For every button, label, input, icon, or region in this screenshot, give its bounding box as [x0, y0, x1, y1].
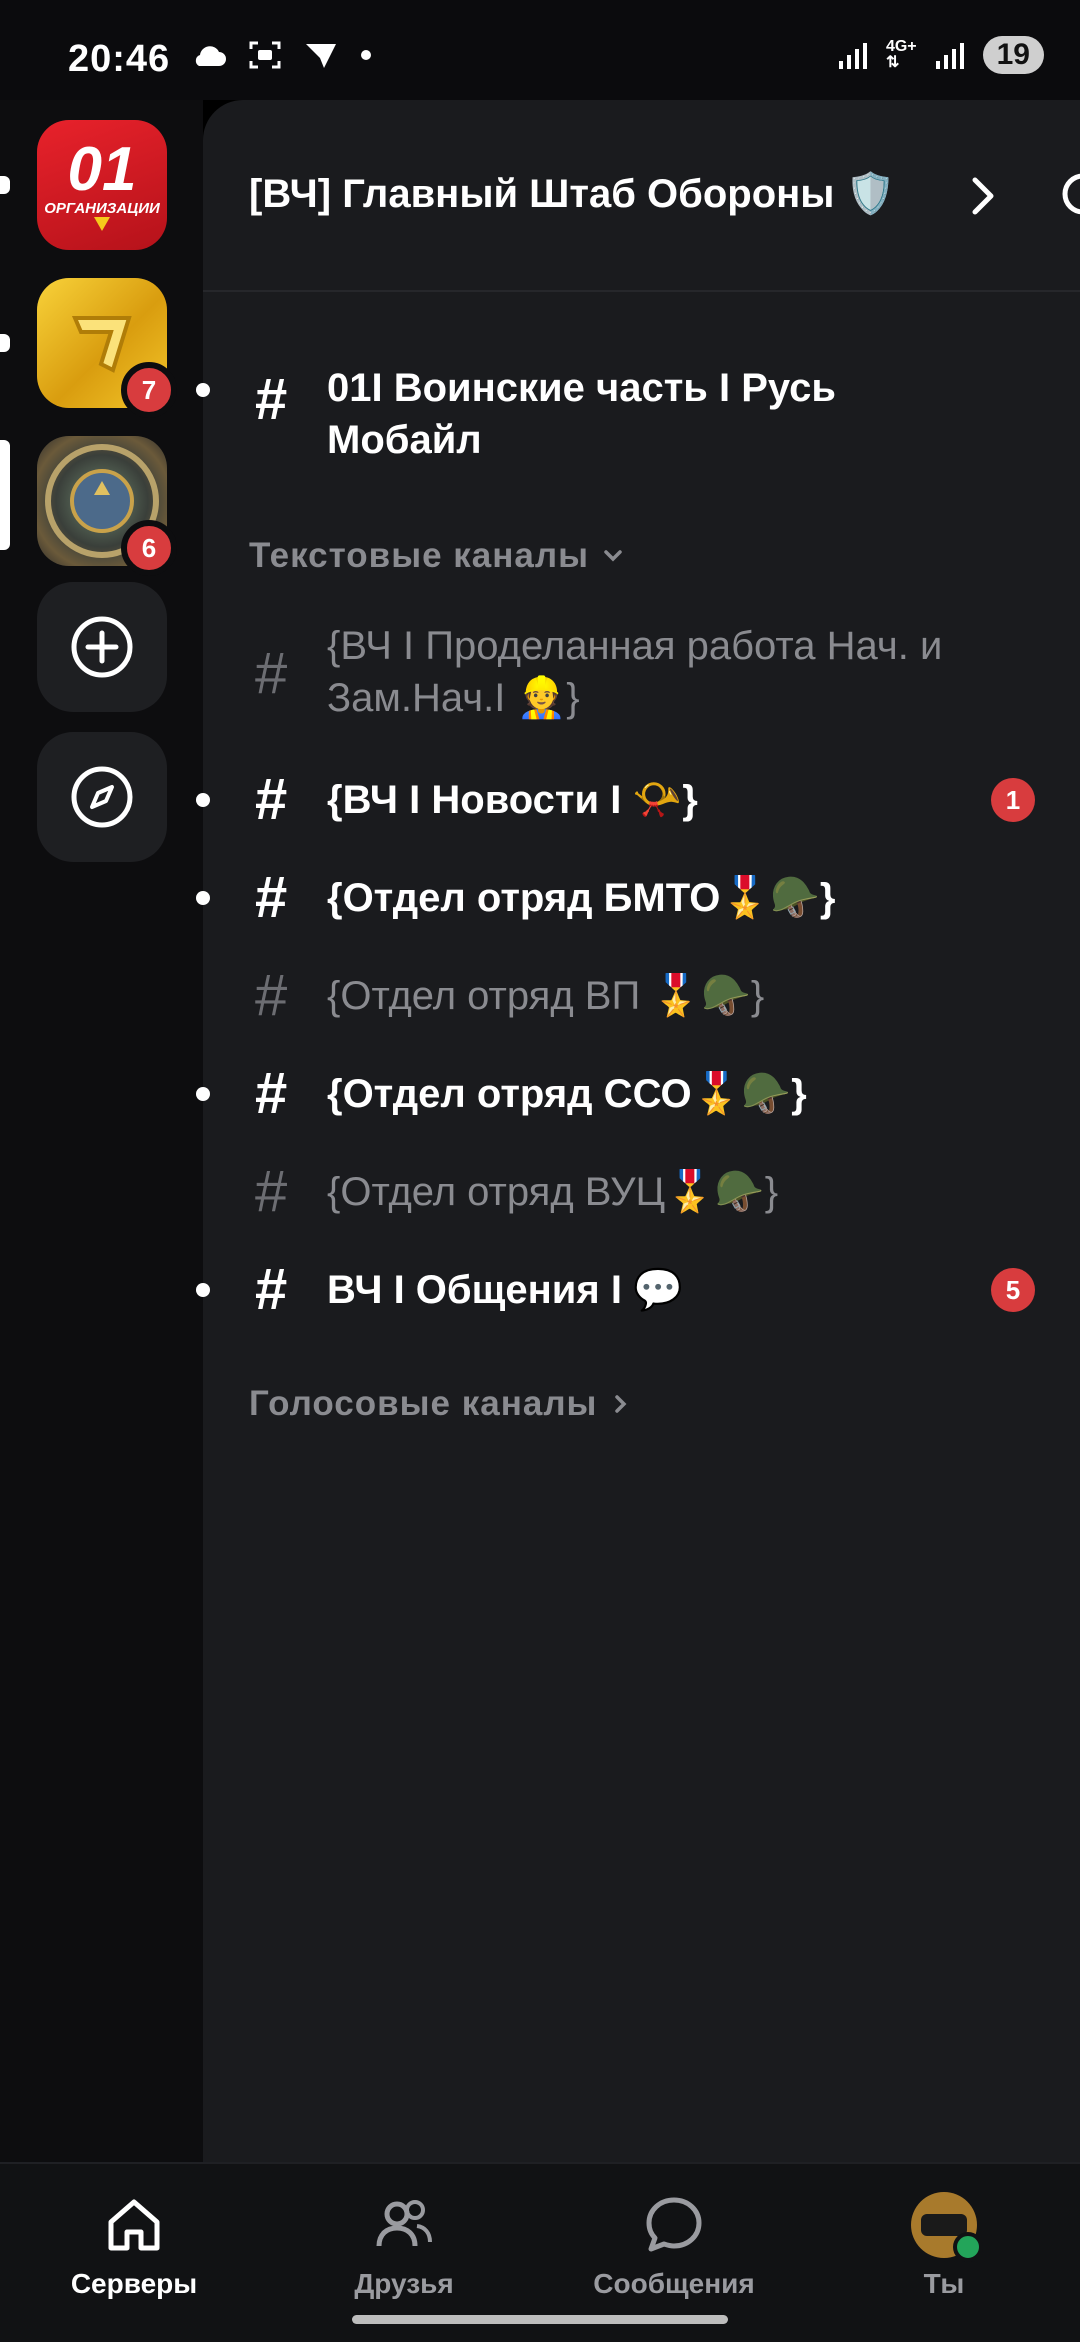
tab-label: Сообщения — [593, 2268, 755, 2299]
channel-panel: [ВЧ] Главный Штаб Обороны 🛡️ # 01I Воинс… — [196, 100, 1080, 2162]
server-title[interactable]: [ВЧ] Главный Штаб Обороны 🛡️ — [249, 170, 895, 217]
server-badge: 7 — [121, 362, 177, 418]
status-icons-left — [190, 40, 372, 70]
home-icon — [108, 2199, 160, 2251]
dot-icon — [361, 50, 371, 60]
channel-name: {Отдел отряд БМТО🎖️🪖} — [327, 876, 836, 920]
compass-icon — [71, 766, 133, 828]
server-art-subtext: ОРГАНИЗАЦИИ — [44, 199, 160, 217]
home-indicator — [352, 2315, 728, 2324]
channel-row[interactable]: # 01I Воинские часть I Русь Мобайл — [196, 362, 1080, 462]
channel-row[interactable]: # {ВЧ I Новости I 📯} 1 — [196, 767, 1080, 832]
hash-icon: # — [255, 641, 288, 706]
tab-servers[interactable]: Серверы — [24, 2192, 244, 2300]
channel-name: {Отдел отряд ВП 🎖️🪖} — [327, 974, 765, 1018]
friends-icon — [376, 2200, 432, 2247]
category-text-channels[interactable]: Текстовые каналы — [249, 536, 625, 576]
signal-icon — [935, 43, 964, 69]
server-icon-hq[interactable]: 6 — [37, 436, 177, 576]
hash-icon: # — [255, 367, 288, 432]
chevron-down-icon — [604, 550, 622, 562]
server-header[interactable]: [ВЧ] Главный Штаб Обороны 🛡️ — [203, 100, 1080, 292]
unread-indicator — [0, 176, 10, 194]
unread-dot — [196, 891, 210, 905]
status-time: 20:46 — [68, 38, 171, 80]
channel-badge: 1 — [991, 778, 1035, 822]
bird-icon — [306, 44, 336, 68]
tab-label: Друзья — [354, 2268, 454, 2299]
category-voice-channels[interactable]: Голосовые каналы — [249, 1384, 633, 1424]
hash-icon: # — [255, 1257, 288, 1322]
channel-row[interactable]: # {ВЧ I Проделанная работа Нач. и Зам.На… — [203, 620, 1080, 730]
unread-dot — [196, 1283, 210, 1297]
avatar — [911, 2192, 983, 2262]
screenshot-icon — [249, 41, 281, 69]
server-badge: 6 — [121, 520, 177, 576]
signal-icon — [838, 43, 867, 69]
channel-row[interactable]: # {Отдел отряд ССО🎖️🪖} — [196, 1061, 1080, 1126]
hash-icon: # — [255, 767, 288, 832]
channel-name: ВЧ I Общения I 💬 — [327, 1268, 683, 1312]
chat-bubble-icon — [646, 2197, 702, 2252]
online-status-dot — [953, 2232, 983, 2262]
unread-dot — [196, 383, 210, 397]
hash-icon: # — [255, 1061, 288, 1126]
hash-icon: # — [255, 865, 288, 930]
discover-button[interactable] — [37, 732, 167, 862]
add-server-button[interactable] — [37, 582, 167, 712]
tab-messages[interactable]: Сообщения — [564, 2192, 784, 2300]
server-sidebar: 01 ОРГАНИЗАЦИИ 7 6 — [0, 100, 203, 2162]
channel-name: {ВЧ I Новости I 📯} — [327, 778, 698, 822]
tab-label: Ты — [923, 2268, 965, 2299]
category-label: Голосовые каналы — [249, 1384, 598, 1423]
category-label: Текстовые каналы — [249, 536, 589, 575]
unread-dot — [196, 793, 210, 807]
cloud-icon — [195, 46, 226, 66]
search-icon[interactable] — [1053, 168, 1080, 224]
status-icons-right: 4G+ ⇅ 19 — [838, 36, 1044, 74]
network-type: 4G+ ⇅ — [885, 38, 917, 71]
ribbon-icon — [94, 216, 110, 231]
channel-name: 01I Воинские часть I Русь Мобайл — [327, 366, 837, 462]
server-icon-01[interactable]: 01 ОРГАНИЗАЦИИ — [37, 120, 167, 250]
chevron-right-icon — [615, 1395, 627, 1413]
channel-name: {Отдел отряд ВУЦ🎖️🪖} — [327, 1170, 779, 1214]
channel-row[interactable]: # {Отдел отряд БМТО🎖️🪖} — [196, 865, 1080, 930]
server-icon-gold[interactable]: 7 — [37, 278, 177, 418]
unread-indicator — [0, 334, 10, 352]
channel-name: {ВЧ I Проделанная работа Нач. и Зам.Нач.… — [327, 624, 943, 720]
channel-row[interactable]: # ВЧ I Общения I 💬 5 — [196, 1257, 1080, 1322]
status-bar: 20:46 4G+ ⇅ 19 — [0, 0, 1080, 100]
hash-icon: # — [255, 963, 288, 1028]
channel-row[interactable]: # {Отдел отряд ВУЦ🎖️🪖} — [203, 1159, 1080, 1224]
tab-friends[interactable]: Друзья — [294, 2192, 514, 2300]
selected-indicator — [0, 440, 10, 550]
channel-name: {Отдел отряд ССО🎖️🪖} — [327, 1072, 807, 1116]
server-art-text: 01 — [67, 134, 137, 204]
chevron-right-icon[interactable] — [963, 172, 1003, 220]
unread-dot — [196, 1087, 210, 1101]
tab-you[interactable]: Ты — [834, 2192, 1054, 2300]
battery-indicator: 19 — [982, 36, 1044, 74]
plus-circle-icon — [71, 616, 133, 678]
tab-label: Серверы — [70, 2268, 198, 2299]
channel-row[interactable]: # {Отдел отряд ВП 🎖️🪖} — [203, 963, 1080, 1028]
hash-icon: # — [255, 1159, 288, 1224]
channel-badge: 5 — [991, 1268, 1035, 1312]
